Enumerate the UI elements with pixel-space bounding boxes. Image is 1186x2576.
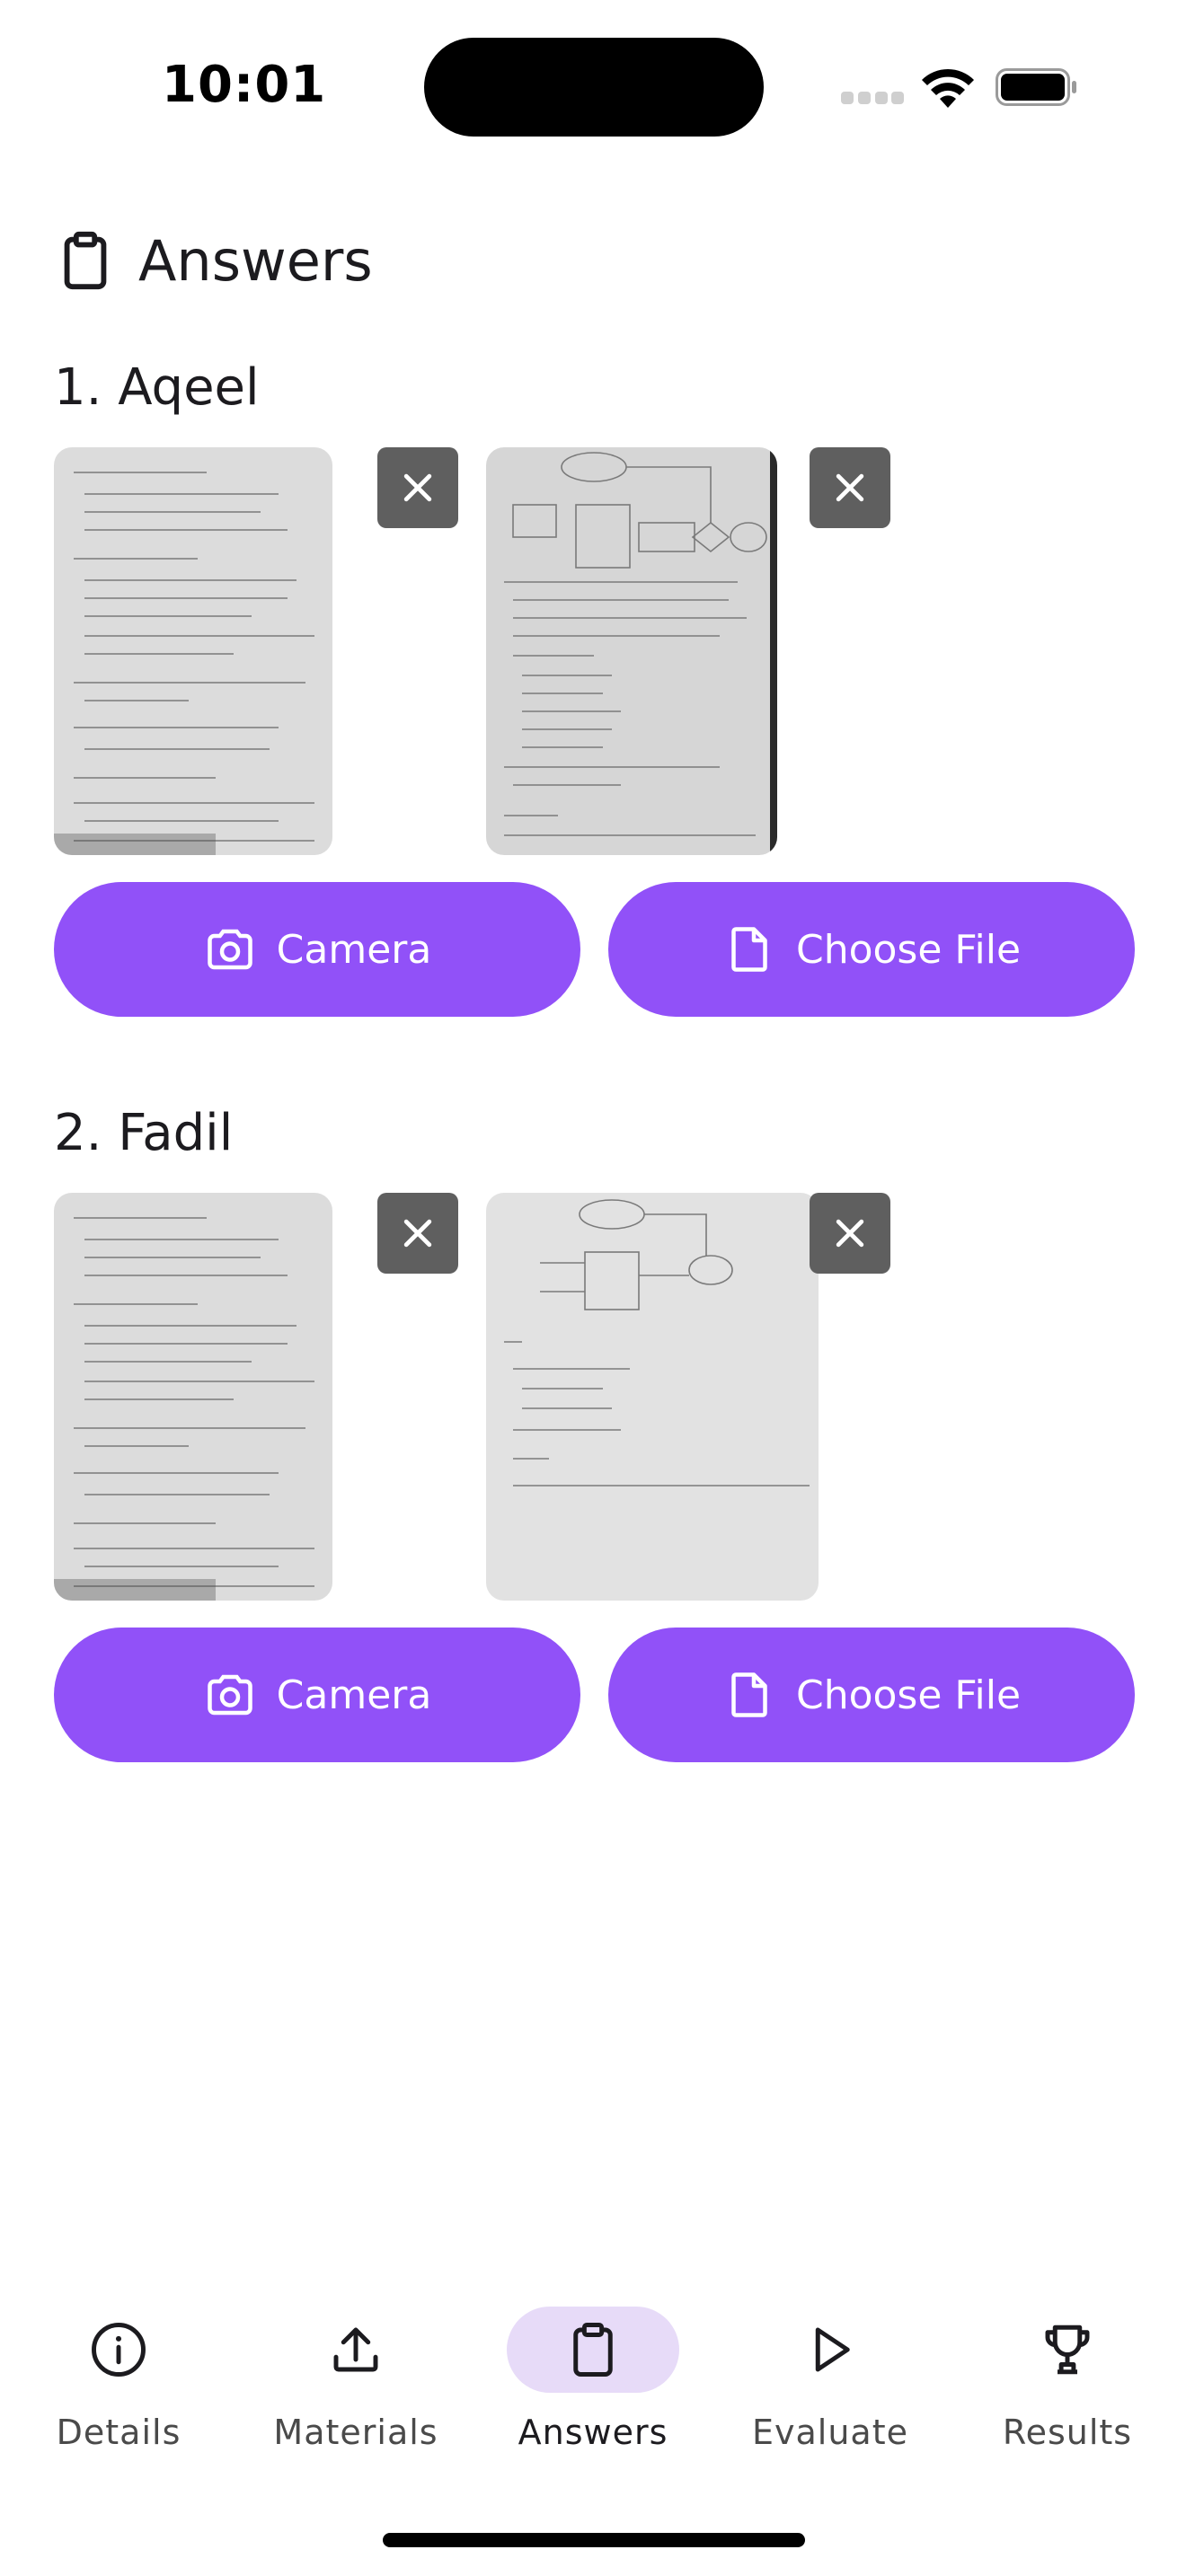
status-bar: 10:01 (0, 0, 1186, 171)
cellular-signal-icon (841, 92, 904, 104)
nav-pill (32, 2307, 205, 2393)
play-icon (815, 2327, 850, 2372)
nav-label: Results (1002, 2413, 1133, 2452)
bottom-navigation: Details Materials Answers Evaluate Resul… (0, 2299, 1186, 2461)
nav-pill (744, 2307, 916, 2393)
upload-icon (333, 2327, 378, 2372)
camera-button[interactable]: Camera (54, 1628, 580, 1762)
nav-item-details[interactable]: Details (0, 2299, 237, 2461)
battery-icon (996, 68, 1076, 106)
close-icon (403, 473, 432, 502)
answer-image-thumbnail[interactable] (486, 1193, 819, 1601)
choose-file-button[interactable]: Choose File (608, 1628, 1135, 1762)
camera-button[interactable]: Camera (54, 882, 580, 1017)
student-heading: 2. Fadil (54, 1104, 234, 1162)
student-section: 2. Fadil Camera Choose File (54, 1098, 1135, 1762)
camera-button-label: Camera (276, 1672, 432, 1718)
remove-image-button[interactable] (377, 1193, 458, 1274)
info-icon (92, 2323, 146, 2377)
student-heading: 1. Aqeel (54, 358, 260, 417)
choose-file-button[interactable]: Choose File (608, 882, 1135, 1017)
page-title: Answers (138, 227, 373, 294)
student-section: 1. Aqeel Camera Choose File (54, 352, 1135, 1017)
nav-item-evaluate[interactable]: Evaluate (712, 2299, 949, 2461)
home-indicator (383, 2533, 805, 2547)
answer-image-thumbnail[interactable] (54, 447, 332, 855)
nav-label: Details (56, 2413, 181, 2452)
answer-image-thumbnail[interactable] (486, 447, 777, 855)
page-header: Answers (54, 225, 373, 296)
nav-pill-active (507, 2307, 679, 2393)
close-icon (836, 473, 864, 502)
close-icon (836, 1219, 864, 1248)
close-icon (403, 1219, 432, 1248)
camera-button-label: Camera (276, 926, 432, 973)
camera-icon (207, 929, 252, 970)
camera-icon (207, 1674, 252, 1716)
answer-images (54, 447, 1132, 855)
choose-file-button-label: Choose File (795, 926, 1022, 973)
nav-label: Materials (273, 2413, 438, 2452)
remove-image-button[interactable] (810, 1193, 890, 1274)
clipboard-icon (573, 2323, 613, 2377)
trophy-icon (1045, 2325, 1090, 2375)
wifi-icon (922, 68, 974, 108)
nav-label: Evaluate (752, 2413, 908, 2452)
file-icon (731, 1672, 767, 1717)
clipboard-icon (64, 231, 107, 290)
file-icon (731, 927, 767, 972)
answer-image-thumbnail[interactable] (54, 1193, 332, 1601)
upload-buttons: Camera Choose File (54, 882, 1135, 1017)
remove-image-button[interactable] (810, 447, 890, 528)
remove-image-button[interactable] (377, 447, 458, 528)
status-time: 10:01 (162, 56, 327, 114)
dynamic-island (424, 38, 764, 137)
nav-item-answers[interactable]: Answers (474, 2299, 712, 2461)
nav-pill (270, 2307, 442, 2393)
choose-file-button-label: Choose File (795, 1672, 1022, 1718)
upload-buttons: Camera Choose File (54, 1628, 1135, 1762)
nav-pill (981, 2307, 1154, 2393)
nav-item-materials[interactable]: Materials (237, 2299, 474, 2461)
answer-images (54, 1193, 1132, 1601)
nav-item-results[interactable]: Results (949, 2299, 1186, 2461)
nav-label: Answers (518, 2413, 668, 2452)
